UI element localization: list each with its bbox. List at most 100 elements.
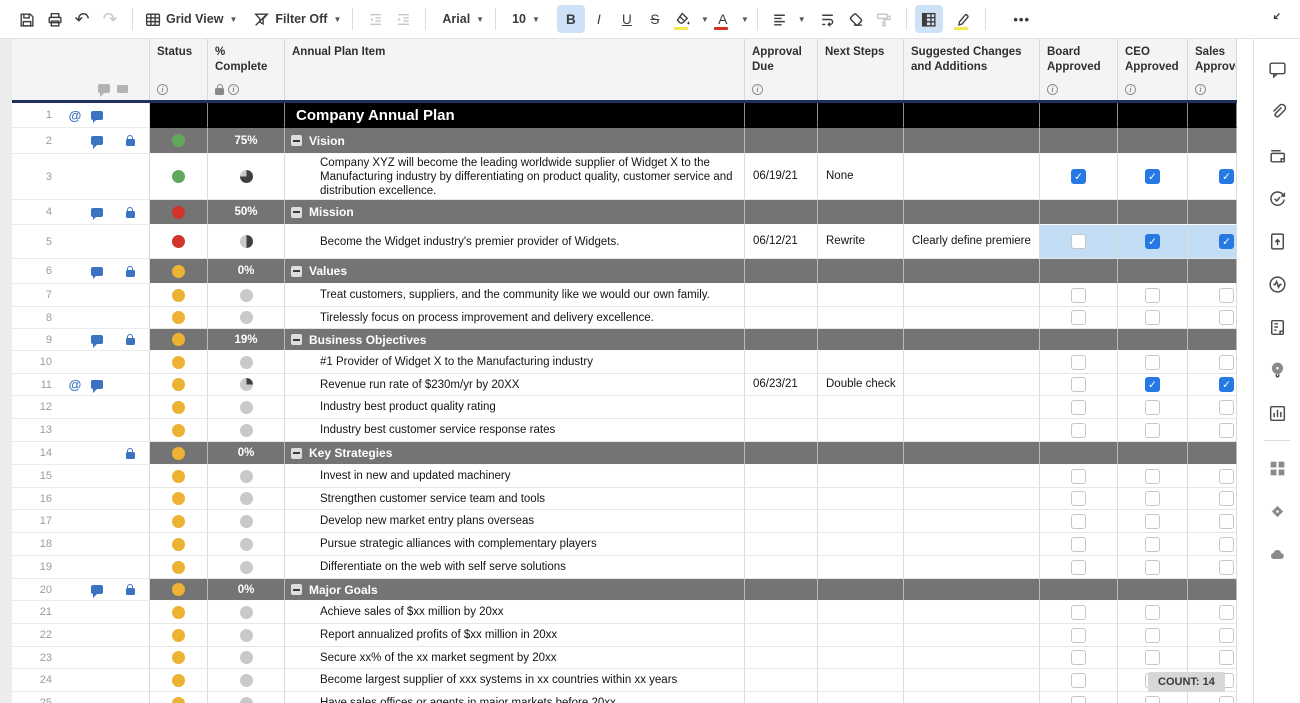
- status-cell[interactable]: [150, 601, 208, 624]
- row-number-cell[interactable]: 23: [12, 647, 150, 669]
- checkbox-unchecked[interactable]: [1219, 605, 1234, 620]
- next-steps-cell[interactable]: [818, 601, 904, 624]
- wrap-text-button[interactable]: [814, 5, 842, 33]
- approval-due-cell[interactable]: [745, 329, 818, 351]
- collapse-toolbar-button[interactable]: [1260, 5, 1288, 33]
- next-steps-cell[interactable]: None: [818, 154, 904, 200]
- underline-button[interactable]: U: [613, 5, 641, 33]
- next-steps-cell[interactable]: Rewrite: [818, 225, 904, 259]
- status-cell[interactable]: [150, 556, 208, 579]
- checkbox-unchecked[interactable]: [1145, 355, 1160, 370]
- approval-due-cell[interactable]: [745, 669, 818, 692]
- status-cell[interactable]: [150, 579, 208, 601]
- status-cell[interactable]: [150, 103, 208, 128]
- column-header-board-approved[interactable]: Board Approvedi: [1040, 39, 1118, 100]
- suggested-cell[interactable]: [904, 692, 1040, 703]
- sheet-row-20[interactable]: 200%Major Goals: [12, 579, 1237, 601]
- sales-approved-cell[interactable]: [1188, 647, 1237, 669]
- next-steps-cell[interactable]: [818, 329, 904, 351]
- sheet-row-18[interactable]: 18Pursue strategic alliances with comple…: [12, 533, 1237, 556]
- sales-approved-cell[interactable]: ✓: [1188, 374, 1237, 396]
- checkbox-unchecked[interactable]: [1071, 400, 1086, 415]
- item-cell[interactable]: Treat customers, suppliers, and the comm…: [285, 284, 745, 307]
- next-steps-cell[interactable]: [818, 669, 904, 692]
- approval-due-cell[interactable]: [745, 488, 818, 510]
- checkbox-unchecked[interactable]: [1219, 400, 1234, 415]
- ceo-approved-cell[interactable]: ✓: [1118, 154, 1188, 200]
- sheet-row-13[interactable]: 13Industry best customer service respons…: [12, 419, 1237, 442]
- sheet-row-9[interactable]: 919%Business Objectives: [12, 329, 1237, 351]
- checkbox-unchecked[interactable]: [1219, 469, 1234, 484]
- item-cell[interactable]: Become largest supplier of xxx systems i…: [285, 669, 745, 692]
- format-painter-button[interactable]: [870, 5, 898, 33]
- approval-due-cell[interactable]: [745, 103, 818, 128]
- next-steps-cell[interactable]: [818, 692, 904, 703]
- checkbox-unchecked[interactable]: [1071, 696, 1086, 703]
- approval-due-cell[interactable]: 06/12/21: [745, 225, 818, 259]
- sales-approved-cell[interactable]: [1188, 465, 1237, 488]
- sales-approved-cell[interactable]: [1188, 284, 1237, 307]
- charts-panel-button[interactable]: [1260, 392, 1294, 435]
- status-cell[interactable]: [150, 396, 208, 419]
- percent-cell[interactable]: 0%: [208, 442, 285, 465]
- column-header-next-steps[interactable]: Next Steps: [818, 39, 904, 100]
- view-selector[interactable]: Grid View ▼: [141, 5, 240, 33]
- sheet-row-6[interactable]: 60%Values: [12, 259, 1237, 284]
- sales-approved-cell[interactable]: [1188, 533, 1237, 556]
- checkbox-unchecked[interactable]: [1219, 696, 1234, 703]
- percent-cell[interactable]: [208, 351, 285, 374]
- suggested-cell[interactable]: [904, 556, 1040, 579]
- print-button[interactable]: [40, 5, 68, 33]
- column-header-approval-due[interactable]: Approval Duei: [745, 39, 818, 100]
- next-steps-cell[interactable]: [818, 579, 904, 601]
- checkbox-checked[interactable]: ✓: [1219, 234, 1234, 249]
- checkbox-unchecked[interactable]: [1071, 310, 1086, 325]
- approval-due-cell[interactable]: 06/19/21: [745, 154, 818, 200]
- percent-cell[interactable]: [208, 284, 285, 307]
- percent-cell[interactable]: 0%: [208, 259, 285, 284]
- row-number-cell[interactable]: 17: [12, 510, 150, 533]
- ceo-approved-cell[interactable]: [1118, 419, 1188, 442]
- ceo-approved-cell[interactable]: ✓: [1118, 225, 1188, 259]
- row-number-cell[interactable]: 1@: [12, 103, 150, 128]
- approval-due-cell[interactable]: [745, 601, 818, 624]
- suggested-cell[interactable]: [904, 351, 1040, 374]
- checkbox-unchecked[interactable]: [1219, 628, 1234, 643]
- checkbox-unchecked[interactable]: [1071, 537, 1086, 552]
- checkbox-unchecked[interactable]: [1071, 650, 1086, 665]
- board-approved-cell[interactable]: [1040, 488, 1118, 510]
- checkbox-unchecked[interactable]: [1219, 288, 1234, 303]
- suggested-cell[interactable]: [904, 284, 1040, 307]
- next-steps-cell[interactable]: [818, 259, 904, 284]
- connectors-button[interactable]: [1260, 533, 1294, 576]
- checkbox-unchecked[interactable]: [1071, 423, 1086, 438]
- board-approved-cell[interactable]: [1040, 647, 1118, 669]
- checkbox-unchecked[interactable]: [1071, 377, 1086, 392]
- suggested-cell[interactable]: [904, 200, 1040, 225]
- percent-cell[interactable]: [208, 154, 285, 200]
- ceo-approved-cell[interactable]: [1118, 601, 1188, 624]
- status-cell[interactable]: [150, 284, 208, 307]
- collapse-minus-icon[interactable]: [291, 448, 302, 459]
- row-number-cell[interactable]: 11@: [12, 374, 150, 396]
- row-number-cell[interactable]: 13: [12, 419, 150, 442]
- status-cell[interactable]: [150, 442, 208, 465]
- italic-button[interactable]: I: [585, 5, 613, 33]
- percent-cell[interactable]: [208, 556, 285, 579]
- item-cell[interactable]: Mission: [285, 200, 745, 225]
- next-steps-cell[interactable]: [818, 103, 904, 128]
- row-number-cell[interactable]: 6: [12, 259, 150, 284]
- clear-format-button[interactable]: [842, 5, 870, 33]
- checkbox-unchecked[interactable]: [1219, 650, 1234, 665]
- column-header-status[interactable]: Statusi: [150, 39, 208, 100]
- sheet-row-10[interactable]: 10#1 Provider of Widget X to the Manufac…: [12, 351, 1237, 374]
- sales-approved-cell[interactable]: [1188, 579, 1237, 601]
- column-header-ceo-approved[interactable]: CEO Approvedi: [1118, 39, 1188, 100]
- checkbox-unchecked[interactable]: [1219, 355, 1234, 370]
- checkbox-unchecked[interactable]: [1145, 537, 1160, 552]
- item-cell[interactable]: Have sales offices or agents in major ma…: [285, 692, 745, 703]
- whats-new-button[interactable]: [1260, 349, 1294, 392]
- text-color-button[interactable]: A: [709, 5, 737, 33]
- update-requests-panel-button[interactable]: [1260, 177, 1294, 220]
- approval-due-cell[interactable]: [745, 307, 818, 329]
